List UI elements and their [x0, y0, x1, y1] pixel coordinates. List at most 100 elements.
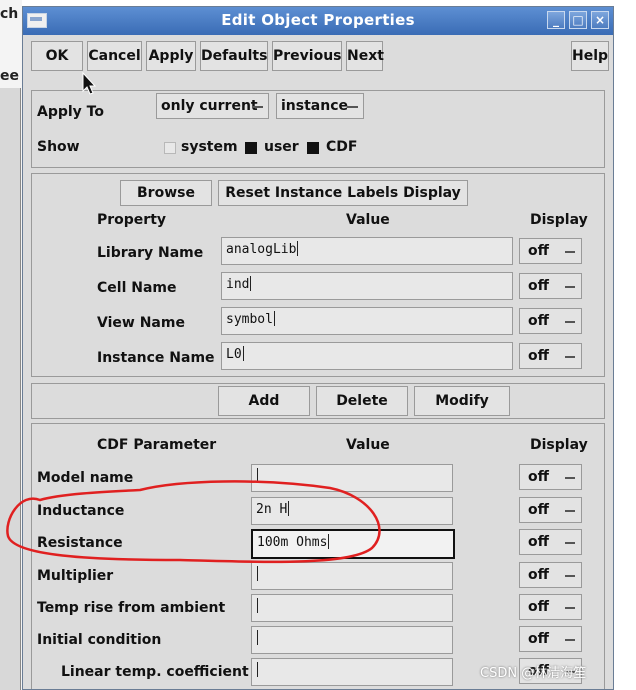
display-value: off: [528, 599, 549, 615]
reset-instance-labels-button[interactable]: Reset Instance Labels Display: [218, 180, 468, 206]
temp-rise-field[interactable]: [251, 594, 453, 622]
temp-rise-display-menu[interactable]: off: [519, 594, 582, 620]
text-cursor: [297, 241, 299, 256]
text-cursor: [288, 501, 290, 516]
apply-to-panel: Apply To only current instance Show syst…: [31, 90, 605, 168]
model-name-field[interactable]: [251, 464, 453, 492]
background-text-fragment: ch: [0, 6, 19, 22]
linear-temp-coefficient-field[interactable]: [251, 658, 453, 686]
show-cdf-label: CDF: [326, 139, 358, 155]
apply-button[interactable]: Apply: [146, 41, 196, 71]
resistance-field[interactable]: 100m Ohms: [251, 529, 455, 559]
modify-button[interactable]: Modify: [414, 386, 510, 416]
inductance-value: 2n H: [256, 502, 288, 517]
text-cursor: [257, 566, 258, 581]
apply-to-scope-value: only current: [161, 98, 258, 114]
ok-button[interactable]: OK: [31, 41, 83, 71]
apply-to-type-menu[interactable]: instance: [276, 93, 364, 119]
cdf-display-column-header: Display: [530, 437, 588, 453]
action-bar: Add Delete Modify: [31, 383, 605, 419]
title-bar[interactable]: Edit Object Properties _ □ ×: [23, 7, 613, 35]
cancel-button[interactable]: Cancel: [87, 41, 142, 71]
view-name-display-menu[interactable]: off: [519, 308, 582, 334]
text-cursor: [257, 662, 258, 677]
temp-rise-label: Temp rise from ambient: [37, 600, 226, 616]
show-user-label: user: [264, 139, 299, 155]
cell-name-label: Cell Name: [97, 280, 177, 296]
instance-name-field[interactable]: L0: [221, 342, 513, 370]
text-cursor: [257, 468, 258, 483]
menu-indicator-icon: [565, 477, 575, 479]
toolbar: OK Cancel Apply Defaults Previous Next H…: [23, 37, 613, 77]
menu-indicator-icon: [565, 321, 575, 323]
show-user-checkbox[interactable]: [245, 142, 257, 154]
apply-to-label: Apply To: [37, 104, 104, 120]
inductance-label: Inductance: [37, 503, 125, 519]
watermark: CSDN @林清海笙: [480, 666, 587, 681]
menu-indicator-icon: [565, 542, 575, 544]
text-cursor: [328, 534, 330, 549]
cdf-value-column-header: Value: [346, 437, 390, 453]
linear-temp-coefficient-label: Linear temp. coefficient: [61, 664, 249, 680]
model-name-label: Model name: [37, 470, 134, 486]
view-name-field[interactable]: symbol: [221, 307, 513, 335]
menu-indicator-icon: [347, 106, 358, 108]
text-cursor: [242, 346, 244, 361]
text-cursor: [257, 598, 258, 613]
menu-indicator-icon: [565, 356, 575, 358]
help-button[interactable]: Help: [571, 41, 609, 71]
display-value: off: [528, 534, 549, 550]
initial-condition-display-menu[interactable]: off: [519, 626, 582, 652]
multiplier-field[interactable]: [251, 562, 453, 590]
defaults-button[interactable]: Defaults: [200, 41, 268, 71]
show-cdf-checkbox[interactable]: [307, 142, 319, 154]
show-system-checkbox[interactable]: [164, 142, 176, 154]
view-name-label: View Name: [97, 315, 185, 331]
menu-indicator-icon: [252, 106, 263, 108]
minimize-button[interactable]: _: [547, 11, 565, 29]
menu-indicator-icon: [565, 286, 575, 288]
display-value: off: [528, 313, 549, 329]
value-column-header: Value: [346, 212, 390, 228]
edit-object-properties-dialog: Edit Object Properties _ □ × OK Cancel A…: [22, 6, 614, 690]
library-name-display-menu[interactable]: off: [519, 238, 582, 264]
multiplier-display-menu[interactable]: off: [519, 562, 582, 588]
delete-button[interactable]: Delete: [316, 386, 408, 416]
model-name-display-menu[interactable]: off: [519, 464, 582, 490]
display-value: off: [528, 278, 549, 294]
inductance-display-menu[interactable]: off: [519, 497, 582, 523]
cell-name-field[interactable]: ind: [221, 272, 513, 300]
display-value: off: [528, 469, 549, 485]
property-panel: Browse Reset Instance Labels Display Pro…: [31, 173, 605, 377]
menu-indicator-icon: [565, 639, 575, 641]
resistance-value: 100m Ohms: [257, 535, 328, 550]
display-column-header: Display: [530, 212, 588, 228]
background-desktop-right: [612, 0, 636, 690]
browse-button[interactable]: Browse: [120, 180, 212, 206]
apply-to-scope-menu[interactable]: only current: [156, 93, 269, 119]
background-window-edge: [0, 88, 21, 690]
menu-indicator-icon: [565, 251, 575, 253]
multiplier-label: Multiplier: [37, 568, 114, 584]
add-button[interactable]: Add: [218, 386, 310, 416]
resistance-display-menu[interactable]: off: [519, 529, 582, 555]
initial-condition-label: Initial condition: [37, 632, 162, 648]
cell-name-display-menu[interactable]: off: [519, 273, 582, 299]
close-button[interactable]: ×: [591, 11, 609, 29]
instance-name-display-menu[interactable]: off: [519, 343, 582, 369]
library-name-field[interactable]: analogLib: [221, 237, 513, 265]
cdf-parameter-column-header: CDF Parameter: [97, 437, 217, 453]
inductance-field[interactable]: 2n H: [251, 497, 453, 525]
menu-indicator-icon: [565, 575, 575, 577]
instance-name-label: Instance Name: [97, 350, 215, 366]
maximize-button[interactable]: □: [569, 11, 587, 29]
display-value: off: [528, 243, 549, 259]
next-button[interactable]: Next: [346, 41, 384, 71]
background-text-fragment: ee: [0, 68, 19, 84]
display-value: off: [528, 567, 549, 583]
previous-button[interactable]: Previous: [272, 41, 342, 71]
instance-name-value: L0: [226, 347, 242, 362]
window-title: Edit Object Properties: [221, 11, 415, 29]
initial-condition-field[interactable]: [251, 626, 453, 654]
library-name-value: analogLib: [226, 242, 297, 257]
